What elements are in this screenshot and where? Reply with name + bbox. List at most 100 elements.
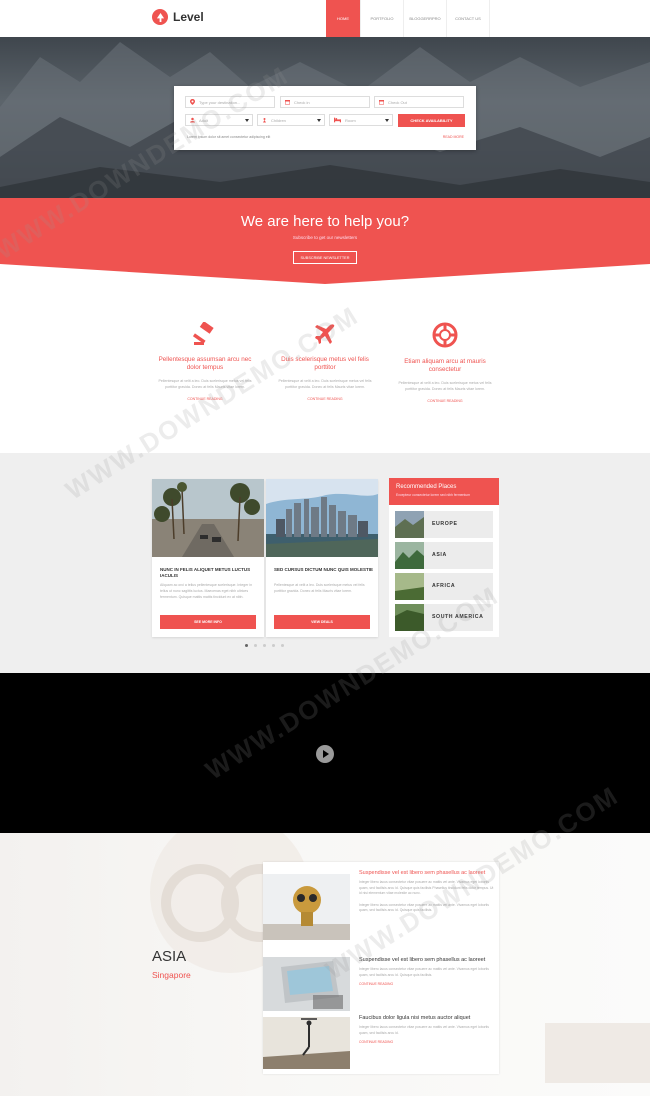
see-more-info-button[interactable]: SEE MORE INFO — [160, 615, 256, 629]
adults-select[interactable]: Adult — [185, 114, 253, 126]
post-title[interactable]: Faucibus dolor ligula nisi metus auctor … — [359, 1015, 495, 1022]
post-image-laptop — [263, 957, 350, 1011]
nav-contact[interactable]: CONTACT US — [446, 0, 490, 37]
card-text: Pellentesque at velit a leo. Duis sceler… — [274, 583, 365, 593]
subscribe-button[interactable]: SUBSCRIBE NEWSLETTER — [293, 251, 357, 264]
post-item: Faucibus dolor ligula nisi metus auctor … — [359, 1015, 495, 1044]
card-title: SED CURSUS DICTUM NUNC QUIS MOLESTIE — [274, 567, 374, 572]
checkout-placeholder: Check Out — [388, 99, 407, 105]
checkout-field[interactable]: Check Out — [374, 96, 464, 108]
chevron-down-icon — [317, 119, 321, 122]
feature-item: Duis scelerisque metus vel felis porttit… — [277, 322, 373, 401]
read-more-link[interactable]: READ MORE — [443, 135, 464, 139]
card-image-city — [266, 479, 378, 557]
red-band-shape — [0, 198, 650, 284]
feature-item: Etiam aliquam arcu at mauris consectetur… — [397, 322, 493, 403]
card-text: Aliquam ac orci a tellus pellentesque sc… — [160, 583, 253, 599]
calendar-icon — [379, 100, 384, 105]
recommended-places: Recommended Places Excepteur consectetur… — [389, 478, 499, 637]
bed-icon — [334, 117, 341, 123]
post-item: Suspendisse vel est libero sem phasellus… — [359, 870, 495, 914]
deal-card: NUNC IN FELIS ALIQUET METUS LUCTUS IACUL… — [152, 479, 264, 637]
place-thumbnail — [395, 604, 424, 631]
card-title: NUNC IN FELIS ALIQUET METUS LUCTUS IACUL… — [160, 567, 251, 578]
place-name: EUROPE — [432, 521, 458, 527]
help-band: We are here to help you? Subscribe to ge… — [0, 198, 650, 284]
site-header: Level HOME PORTFOLIO BLOGGERRPRO CONTACT… — [0, 0, 650, 37]
play-icon[interactable] — [316, 745, 334, 763]
nav-blog[interactable]: BLOGGERRPRO — [403, 0, 446, 37]
asia-title: ASIA — [152, 948, 187, 965]
help-title: We are here to help you? — [240, 213, 410, 230]
post-text: Integer libero lacus consectetur vitae p… — [359, 902, 489, 913]
children-value: Children — [271, 117, 286, 123]
post-text: Integer libero lacus consectetur vitae p… — [359, 967, 489, 977]
nav-home[interactable]: HOME — [326, 0, 360, 37]
feature-title: Duis scelerisque metus vel felis porttit… — [281, 356, 369, 371]
booking-note: Lorem ipsum dolor sit amet consectetur a… — [187, 135, 271, 139]
check-availability-button[interactable]: CHECK AVAILABILITY — [398, 114, 465, 127]
deal-card: SED CURSUS DICTUM NUNC QUIS MOLESTIE Pel… — [266, 479, 378, 637]
view-deals-button[interactable]: VIEW DEALS — [274, 615, 370, 629]
child-icon — [263, 118, 266, 123]
post-title[interactable]: Suspendisse vel est libero sem phasellus… — [359, 870, 495, 877]
rooms-select[interactable]: Room — [329, 114, 393, 126]
recommended-header: Recommended Places Excepteur consectetur… — [389, 478, 499, 505]
booking-form: Type your destination... Check in Check … — [174, 86, 476, 150]
place-name: AFRICA — [432, 583, 456, 589]
feature-item: Pellentesque assumsan arcu nec dolor tem… — [157, 322, 253, 401]
post-text: Integer libero lacus consectetur vitae p… — [359, 1025, 489, 1035]
continue-reading-link[interactable]: CONTINUE READING — [397, 399, 493, 403]
post-image-gold-skull — [263, 874, 350, 940]
feature-text: Pellentesque at velit a leo. Duis sceler… — [158, 379, 252, 389]
post-image-yoga — [263, 1017, 350, 1069]
place-item[interactable]: EUROPE — [395, 511, 493, 538]
destination-field[interactable]: Type your destination... — [185, 96, 275, 108]
asia-posts-panel: Suspendisse vel est libero sem phasellus… — [263, 862, 499, 1074]
user-icon — [190, 117, 195, 123]
checkin-placeholder: Check in — [294, 99, 310, 105]
continue-reading-link[interactable]: CONTINUE READING — [359, 1040, 495, 1044]
place-item[interactable]: ASIA — [395, 542, 493, 569]
asia-subtitle: Singapore — [152, 970, 191, 980]
place-name: ASIA — [432, 552, 447, 558]
airplane-icon — [315, 324, 335, 344]
place-name: SOUTH AMERICA — [432, 614, 484, 620]
feature-title: Pellentesque assumsan arcu nec dolor tem… — [158, 356, 252, 371]
nav-portfolio[interactable]: PORTFOLIO — [360, 0, 403, 37]
continue-reading-link[interactable]: CONTINUE READING — [277, 397, 373, 401]
chevron-down-icon — [245, 119, 249, 122]
carousel-dot[interactable] — [272, 644, 275, 647]
carousel-dots — [245, 644, 284, 647]
carousel-dot[interactable] — [245, 644, 248, 647]
card-image-street — [152, 479, 264, 557]
post-title[interactable]: Suspendisse vel est libero sem phasellus… — [359, 957, 495, 964]
logo[interactable]: Level — [152, 9, 204, 25]
place-thumbnail — [395, 573, 424, 600]
gavel-icon — [193, 322, 214, 345]
main-nav: HOME PORTFOLIO BLOGGERRPRO CONTACT US — [326, 0, 490, 37]
help-subtitle: Subscribe to get our newsletters — [292, 235, 358, 240]
continue-reading-link[interactable]: CONTINUE READING — [359, 982, 495, 986]
children-select[interactable]: Children — [257, 114, 325, 126]
place-item[interactable]: AFRICA — [395, 573, 493, 600]
place-thumbnail — [395, 542, 424, 569]
brand-name: Level — [173, 10, 204, 24]
carousel-dot[interactable] — [263, 644, 266, 647]
place-item[interactable]: SOUTH AMERICA — [395, 604, 493, 631]
feature-text: Pellentesque at velit a leo. Duis sceler… — [278, 379, 372, 389]
carousel-dot[interactable] — [254, 644, 257, 647]
place-thumbnail — [395, 511, 424, 538]
carousel-dot[interactable] — [281, 644, 284, 647]
tree-icon — [152, 9, 168, 25]
calendar-icon — [285, 100, 290, 105]
destination-placeholder: Type your destination... — [199, 99, 241, 105]
continue-reading-link[interactable]: CONTINUE READING — [157, 397, 253, 401]
post-item: Suspendisse vel est libero sem phasellus… — [359, 957, 495, 986]
recommended-subtitle: Excepteur consectetur lorem sed nibh fer… — [396, 493, 471, 497]
adults-value: Adult — [199, 117, 209, 123]
feature-text: Pellentesque at velit a leo. Duis sceler… — [398, 381, 492, 391]
chevron-down-icon — [385, 119, 389, 122]
feature-title: Etiam aliquam arcu at mauris consectetur — [404, 358, 486, 373]
checkin-field[interactable]: Check in — [280, 96, 370, 108]
